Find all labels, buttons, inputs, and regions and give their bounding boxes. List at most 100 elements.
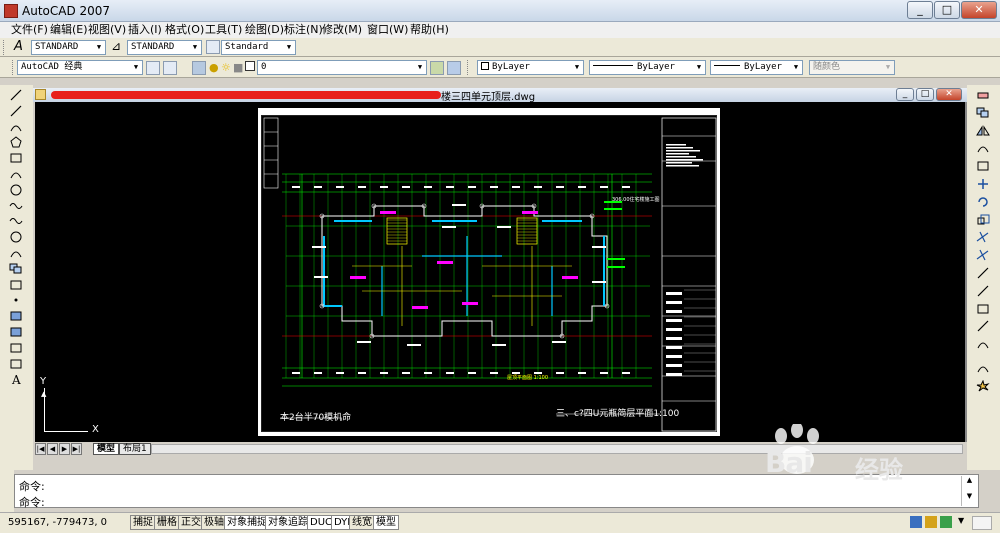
workspace-settings-icon[interactable] (146, 61, 160, 75)
command-input-prompt[interactable]: 命令: (19, 494, 45, 510)
offset-icon[interactable] (976, 142, 990, 154)
floor-plan[interactable] (262, 116, 718, 433)
menu-window[interactable]: 窗口(W) (367, 23, 408, 37)
color-combo[interactable]: ByLayer ▼ (477, 60, 584, 75)
arc-icon[interactable] (9, 168, 23, 180)
sun-icon[interactable]: ☼ (221, 61, 231, 74)
linetype-combo[interactable]: ByLayer ▼ (589, 60, 706, 75)
multiline-text-icon[interactable]: A (9, 373, 23, 385)
array-icon[interactable] (976, 160, 990, 172)
lock-icon[interactable]: ■ (233, 61, 243, 74)
menu-insert[interactable]: 插入(I) (128, 23, 162, 37)
lightbulb-icon[interactable]: ● (209, 61, 219, 74)
annotation-green (604, 208, 622, 210)
tray-menu-icon[interactable]: ▼ (958, 516, 964, 525)
workspace-save-icon[interactable] (163, 61, 177, 75)
clean-screen-button[interactable] (972, 516, 992, 530)
toolbar-grip[interactable] (3, 40, 6, 55)
first-tab-icon[interactable]: |◀ (35, 443, 46, 455)
lineweight-combo[interactable]: ByLayer ▼ (710, 60, 803, 75)
dimension-text (314, 186, 322, 188)
line-icon[interactable] (9, 89, 23, 101)
toolbar-grip[interactable] (12, 60, 15, 75)
menu-file[interactable]: 文件(F) (11, 23, 48, 37)
doc-close-button[interactable]: ✕ (936, 88, 962, 101)
explode-icon[interactable] (976, 379, 990, 392)
grid-toggle[interactable]: 栅格 (154, 515, 180, 530)
lineweight-toggle[interactable]: 线宽 (349, 515, 375, 530)
label-magenta (462, 302, 478, 305)
close-button[interactable]: ✕ (961, 1, 997, 19)
break-at-point-icon[interactable] (976, 285, 990, 297)
menu-dimension[interactable]: 标注(N) (284, 23, 323, 37)
next-tab-icon[interactable]: ▶ (59, 443, 70, 455)
menu-format[interactable]: 格式(O) (165, 23, 204, 37)
text-style-combo[interactable]: STANDARD ▼ (31, 40, 106, 55)
menu-modify[interactable]: 修改(M) (322, 23, 362, 37)
scale-icon[interactable] (976, 214, 990, 226)
menu-draw[interactable]: 绘图(D) (245, 23, 284, 37)
minimize-button[interactable]: _ (907, 1, 933, 19)
circle-icon[interactable] (9, 184, 23, 196)
coordinate-readout[interactable]: 595167, -779473, 0 (8, 517, 107, 528)
chamfer-icon[interactable] (976, 338, 990, 350)
polygon-icon[interactable] (9, 136, 23, 148)
make-layer-current-icon[interactable] (430, 61, 444, 75)
title-block-text (666, 292, 682, 295)
otrack-toggle[interactable]: 对象追踪 (265, 515, 311, 530)
stair (516, 217, 538, 245)
osnap-toggle[interactable]: 对象捕捉 (224, 515, 270, 530)
menu-view[interactable]: 视图(V) (88, 23, 126, 37)
make-block-icon[interactable] (9, 279, 23, 291)
mirror-icon[interactable] (976, 124, 990, 137)
command-grip[interactable] (0, 470, 14, 512)
copy-icon[interactable] (976, 107, 990, 119)
break-icon[interactable] (976, 303, 990, 315)
erase-icon[interactable] (976, 89, 990, 101)
toolbar-grip[interactable] (467, 60, 470, 75)
ellipse-arc-icon[interactable] (9, 247, 23, 259)
dim-style-combo[interactable]: STANDARD ▼ (127, 40, 202, 55)
workspace-combo[interactable]: AutoCAD 经典 ▼ (17, 60, 143, 75)
menu-help[interactable]: 帮助(H) (410, 23, 449, 37)
command-scrollbar[interactable]: ▲ ▼ (961, 476, 977, 506)
last-tab-icon[interactable]: ▶| (71, 443, 82, 455)
dimension-text (490, 186, 498, 188)
menu-edit[interactable]: 编辑(E) (50, 23, 88, 37)
rectangle-icon[interactable] (9, 152, 23, 164)
table-style-combo[interactable]: Standard ▼ (221, 40, 296, 55)
layer-color-swatch[interactable] (245, 61, 255, 71)
maximize-button[interactable]: □ (934, 1, 960, 19)
tab-layout1[interactable]: 布局1 (119, 443, 151, 455)
join-icon[interactable] (976, 320, 990, 332)
move-icon[interactable] (976, 178, 990, 190)
revision-cloud-icon[interactable] (9, 200, 23, 212)
table-icon[interactable] (9, 358, 23, 370)
gradient-icon[interactable] (9, 326, 23, 338)
spline-icon[interactable] (9, 215, 23, 227)
extend-icon[interactable] (976, 267, 990, 279)
snap-toggle[interactable]: 捕捉 (130, 515, 156, 530)
prev-tab-icon[interactable]: ◀ (47, 443, 58, 455)
doc-minimize-button[interactable]: _ (896, 88, 914, 101)
layer-previous-icon[interactable] (447, 61, 461, 75)
polyline-icon[interactable] (9, 121, 23, 133)
rotate-icon[interactable] (976, 196, 990, 208)
menu-tools[interactable]: 工具(T) (205, 23, 242, 37)
ellipse-icon[interactable] (9, 231, 23, 243)
doc-maximize-button[interactable]: □ (916, 88, 934, 101)
trim-icon[interactable] (976, 249, 990, 261)
layer-manager-icon[interactable] (192, 61, 206, 75)
point-icon[interactable] (9, 294, 23, 306)
fillet-icon[interactable] (976, 362, 990, 374)
autocad-app-icon[interactable] (4, 4, 18, 18)
model-space-toggle[interactable]: 模型 (373, 515, 399, 530)
construction-line-icon[interactable] (9, 105, 23, 117)
hatch-icon[interactable] (9, 310, 23, 322)
room-label (592, 281, 606, 283)
tab-model[interactable]: 模型 (93, 443, 120, 455)
stretch-icon[interactable] (976, 231, 990, 243)
insert-block-icon[interactable] (9, 263, 23, 275)
region-icon[interactable] (9, 342, 23, 354)
layer-combo[interactable]: 0 ▼ (257, 60, 427, 75)
